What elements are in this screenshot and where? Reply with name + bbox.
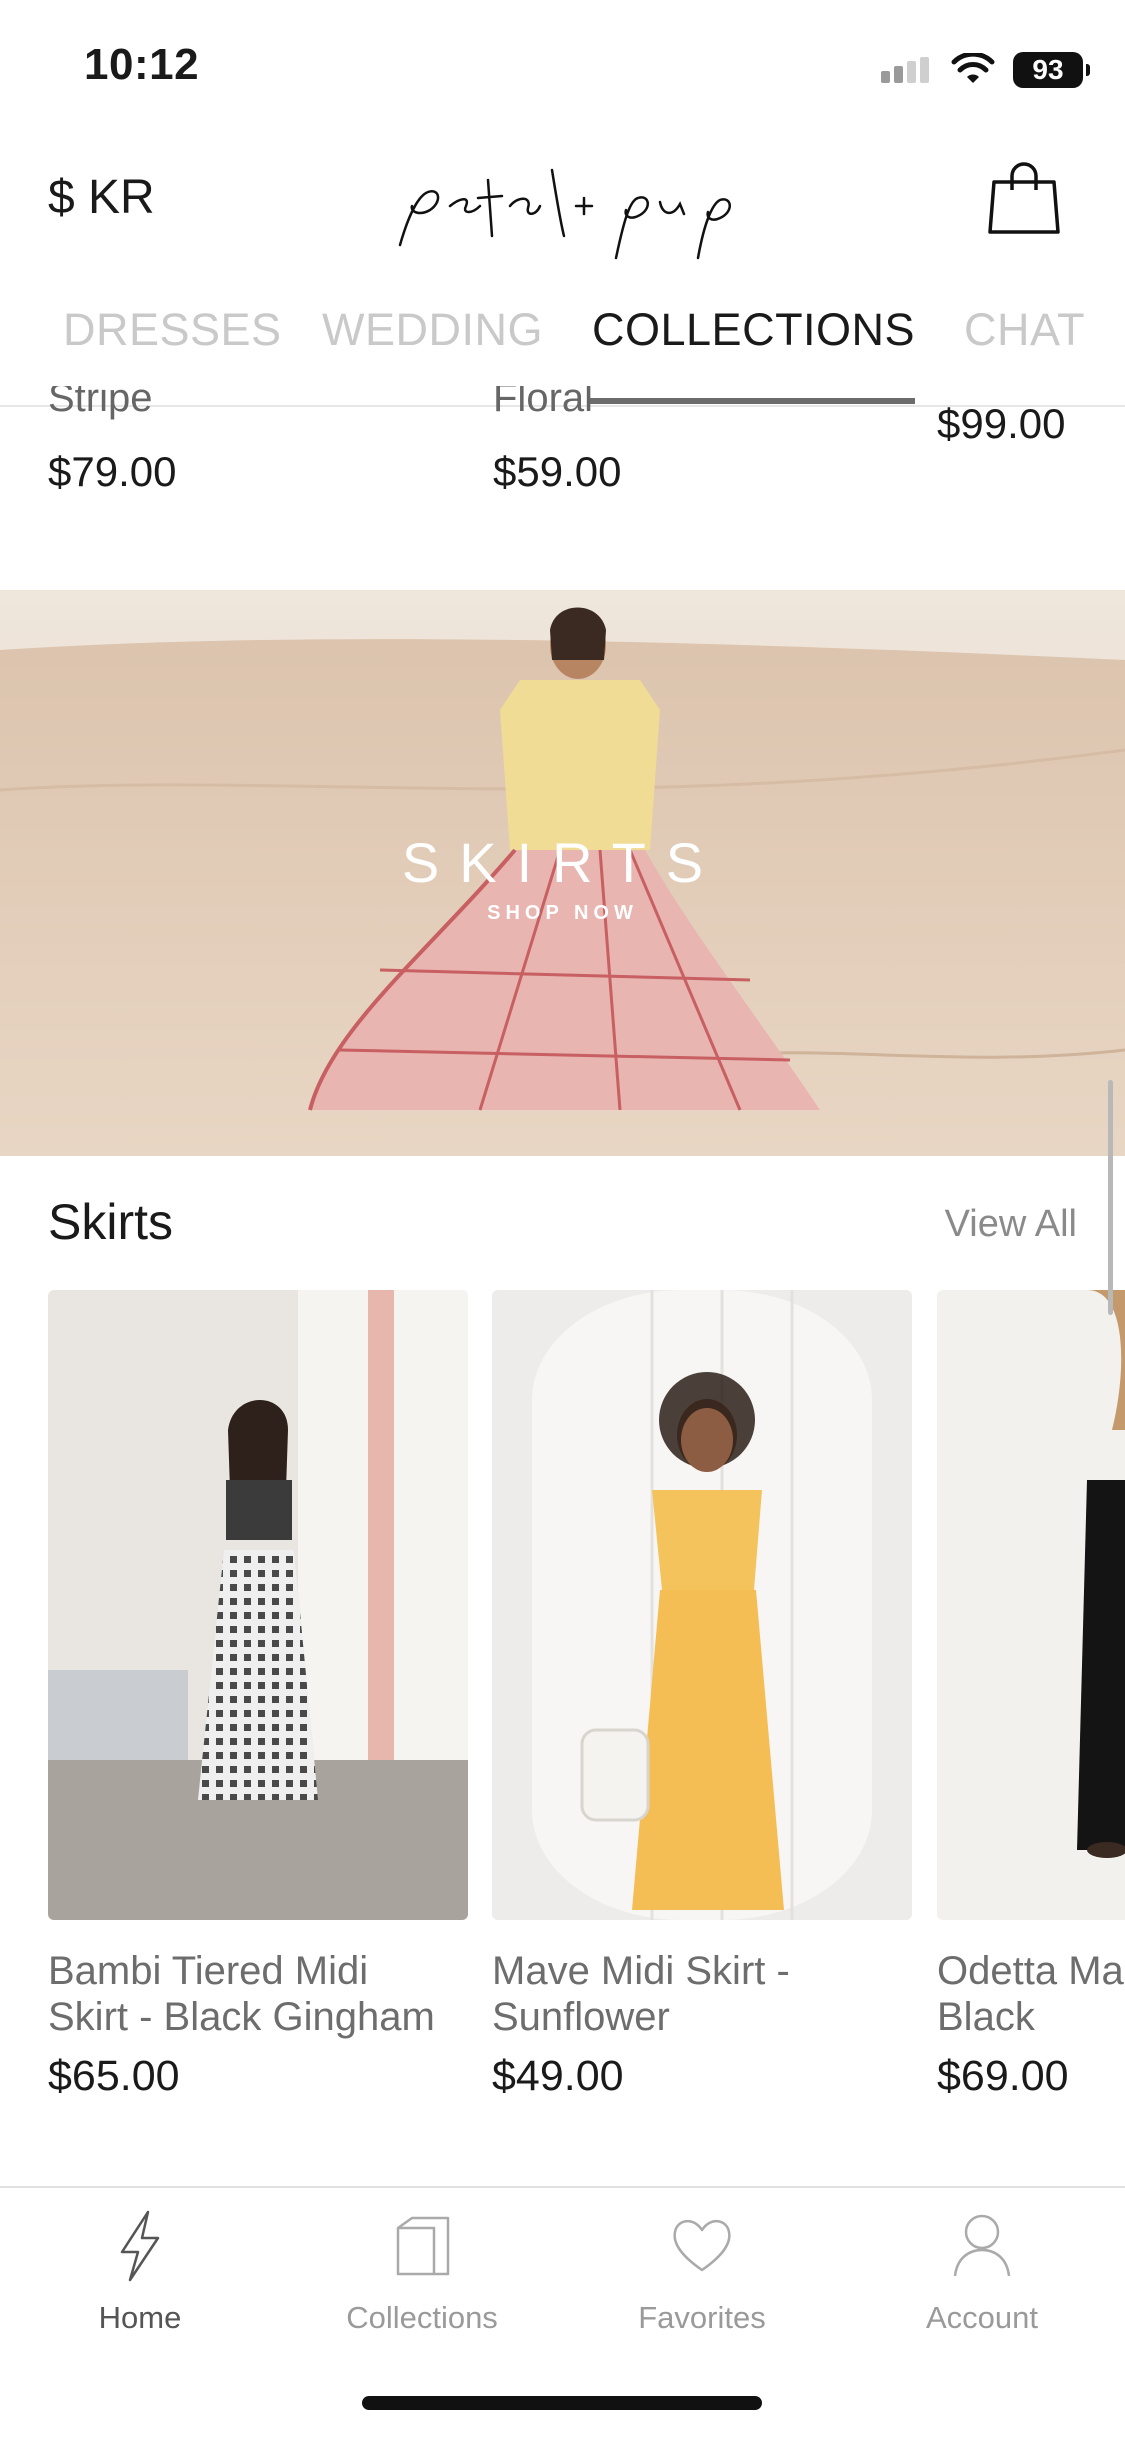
cellular-signal-icon <box>881 57 929 83</box>
tab-dresses[interactable]: DRESSES <box>63 304 282 356</box>
home-indicator[interactable] <box>362 2396 762 2410</box>
nav-account[interactable]: Account <box>872 2210 1092 2336</box>
product-price: $59.00 <box>493 448 622 495</box>
product-name-line: Mave Midi Skirt - <box>492 1949 790 1993</box>
product-price: $65.00 <box>48 2052 180 2100</box>
tab-collections[interactable]: COLLECTIONS <box>592 304 915 356</box>
product-name-line: Sunflower <box>492 1995 670 2039</box>
product-name[interactable]: Bambi Tiered Midi Skirt - Black Gingham <box>48 1948 488 2040</box>
currency-selector[interactable]: $ KR <box>48 170 155 225</box>
status-icons: 93 <box>881 48 1090 92</box>
scroll-indicator[interactable] <box>1108 1080 1113 1315</box>
product-name-line: Odetta Ma <box>937 1949 1124 1993</box>
tab-chat[interactable]: CHAT <box>964 304 1085 356</box>
banner-shop-now[interactable]: SHOP NOW <box>0 902 1125 925</box>
product-image[interactable] <box>937 1290 1125 1920</box>
product-name-line: Black <box>937 1995 1035 2039</box>
product-name[interactable]: Mave Midi Skirt - Sunflower <box>492 1948 932 2040</box>
product-name-line: Bambi Tiered Midi <box>48 1949 369 1993</box>
battery-level: 93 <box>1032 54 1064 85</box>
product-name-fragment[interactable]: Floral <box>493 386 593 426</box>
active-tab-indicator <box>590 398 915 404</box>
section-title: Skirts <box>48 1194 173 1250</box>
status-time: 10:12 <box>84 40 200 89</box>
product-image[interactable] <box>48 1290 468 1920</box>
product-price: $69.00 <box>937 2052 1069 2100</box>
nav-account-label: Account <box>925 2300 1038 2335</box>
nav-favorites[interactable]: Favorites <box>592 2210 812 2336</box>
view-all-link[interactable]: View All <box>945 1203 1077 1246</box>
tab-wedding[interactable]: WEDDING <box>322 304 543 356</box>
product-price: $99.00 <box>937 400 1066 447</box>
battery-indicator: 93 <box>1013 52 1090 88</box>
collections-icon <box>396 2216 450 2276</box>
banner-title: SKIRTS <box>401 831 724 894</box>
product-name-fragment[interactable]: Stripe <box>48 386 153 426</box>
shopping-bag-icon[interactable] <box>988 160 1060 236</box>
brand-logo[interactable] <box>380 140 750 270</box>
nav-home[interactable]: Home <box>30 2210 250 2336</box>
skirts-banner[interactable]: SKIRTS SHOP NOW <box>0 590 1125 1156</box>
heart-icon <box>673 2220 731 2272</box>
nav-collections-label: Collections <box>346 2300 498 2335</box>
product-image[interactable] <box>492 1290 912 1920</box>
product-price: $49.00 <box>492 2052 624 2100</box>
product-name[interactable]: Odetta Ma Black <box>937 1948 1125 2040</box>
nav-collections[interactable]: Collections <box>312 2210 532 2336</box>
product-name-line: Skirt - Black Gingham <box>48 1995 435 2039</box>
nav-home-label: Home <box>98 2300 182 2335</box>
nav-favorites-label: Favorites <box>638 2300 766 2335</box>
wifi-icon <box>951 53 995 83</box>
product-price: $79.00 <box>48 448 177 495</box>
person-icon <box>953 2214 1011 2277</box>
lightning-icon <box>120 2210 160 2282</box>
